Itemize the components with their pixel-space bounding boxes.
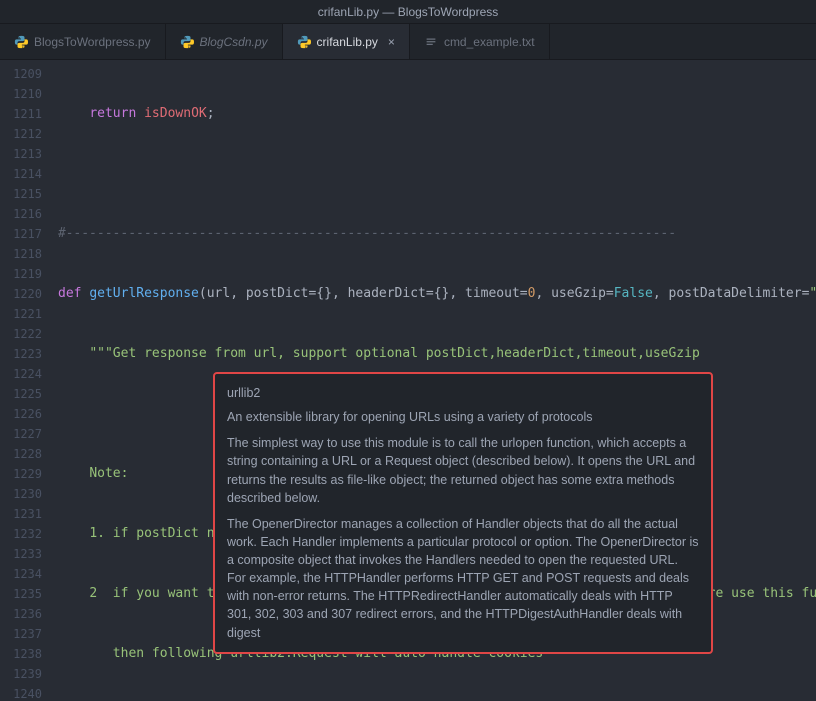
line-number: 1238 — [0, 644, 42, 664]
line-number: 1221 — [0, 304, 42, 324]
text-file-icon — [424, 35, 438, 49]
line-number: 1240 — [0, 684, 42, 701]
line-number: 1213 — [0, 144, 42, 164]
line-number: 1215 — [0, 184, 42, 204]
line-number: 1235 — [0, 584, 42, 604]
line-number: 1236 — [0, 604, 42, 624]
tooltip-paragraph: The simplest way to use this module is t… — [227, 434, 699, 507]
code-line — [58, 164, 816, 184]
tab-label: cmd_example.txt — [444, 35, 535, 49]
line-number: 1227 — [0, 424, 42, 444]
tooltip-paragraph: An extensible library for opening URLs u… — [227, 408, 699, 426]
window-titlebar: crifanLib.py — BlogsToWordpress — [0, 0, 816, 24]
code-line: def getUrlResponse(url, postDict={}, hea… — [58, 284, 816, 304]
tab-label: BlogCsdn.py — [200, 35, 268, 49]
tooltip-paragraph: The OpenerDirector manages a collection … — [227, 515, 699, 642]
line-number: 1226 — [0, 404, 42, 424]
line-number: 1237 — [0, 624, 42, 644]
line-number: 1210 — [0, 84, 42, 104]
line-number: 1231 — [0, 504, 42, 524]
line-number: 1229 — [0, 464, 42, 484]
line-number: 1224 — [0, 364, 42, 384]
line-number: 1209 — [0, 64, 42, 84]
line-number-gutter: 1209121012111212121312141215121612171218… — [0, 60, 50, 701]
line-number: 1233 — [0, 544, 42, 564]
code-line: #---------------------------------------… — [58, 224, 816, 244]
line-number: 1230 — [0, 484, 42, 504]
python-icon — [297, 35, 311, 49]
tab-crifanlib[interactable]: crifanLib.py × — [283, 24, 410, 59]
tab-label: BlogsToWordpress.py — [34, 35, 151, 49]
python-icon — [14, 35, 28, 49]
line-number: 1223 — [0, 344, 42, 364]
line-number: 1234 — [0, 564, 42, 584]
code-area[interactable]: return isDownOK; #----------------------… — [50, 60, 816, 701]
line-number: 1228 — [0, 444, 42, 464]
tab-blogcsdn[interactable]: BlogCsdn.py — [166, 24, 283, 59]
tab-blogstowordpress[interactable]: BlogsToWordpress.py — [0, 24, 166, 59]
line-number: 1225 — [0, 384, 42, 404]
code-line: return isDownOK; — [58, 104, 816, 124]
tab-cmdexample[interactable]: cmd_example.txt — [410, 24, 550, 59]
window-title: crifanLib.py — BlogsToWordpress — [318, 5, 499, 19]
line-number: 1211 — [0, 104, 42, 124]
line-number: 1219 — [0, 264, 42, 284]
line-number: 1232 — [0, 524, 42, 544]
editor-pane[interactable]: 1209121012111212121312141215121612171218… — [0, 60, 816, 701]
tab-label: crifanLib.py — [317, 35, 378, 49]
hover-tooltip: urllib2 An extensible library for openin… — [213, 372, 713, 654]
line-number: 1239 — [0, 664, 42, 684]
line-number: 1218 — [0, 244, 42, 264]
tooltip-title: urllib2 — [227, 384, 699, 402]
line-number: 1212 — [0, 124, 42, 144]
line-number: 1216 — [0, 204, 42, 224]
line-number: 1214 — [0, 164, 42, 184]
line-number: 1217 — [0, 224, 42, 244]
tab-bar: BlogsToWordpress.py BlogCsdn.py crifanLi… — [0, 24, 816, 60]
line-number: 1222 — [0, 324, 42, 344]
close-icon[interactable]: × — [388, 35, 395, 49]
code-line: """Get response from url, support option… — [58, 344, 816, 364]
line-number: 1220 — [0, 284, 42, 304]
python-icon — [180, 35, 194, 49]
